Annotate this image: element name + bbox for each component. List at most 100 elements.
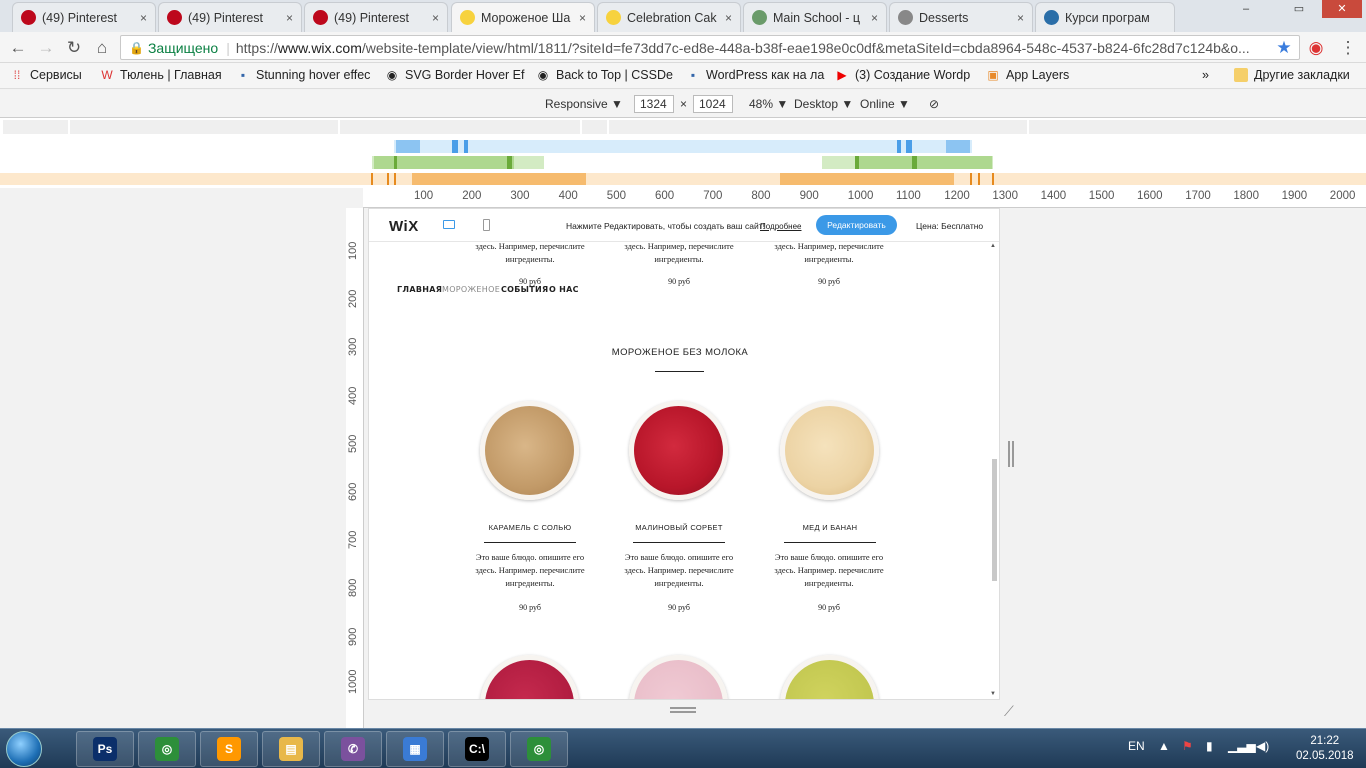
ruler-tick: 300	[510, 190, 530, 202]
other-bookmarks[interactable]: Другие закладки	[1234, 68, 1350, 82]
tab-close-icon[interactable]: ×	[579, 11, 586, 25]
viewport-height-input[interactable]: 1024	[693, 95, 733, 113]
tray-battery-icon[interactable]: ▮	[1206, 739, 1213, 753]
bookmark-1[interactable]: ⁞⁞ Сервисы	[10, 68, 82, 82]
maximize-button[interactable]: ▭	[1284, 0, 1314, 18]
wix-more-link[interactable]: Подробнее	[760, 222, 802, 231]
product-image-caramel[interactable]	[480, 401, 579, 500]
nav-about[interactable]: О НАС	[549, 285, 579, 294]
extension-icon[interactable]: ◉	[1306, 38, 1326, 58]
device-mode-select[interactable]: Responsive ▼	[545, 97, 623, 111]
tab-close-icon[interactable]: ×	[140, 11, 147, 25]
tab-title: (49) Pinterest	[188, 10, 264, 25]
ruler-tick: 600	[655, 190, 675, 202]
bookmark-star-icon[interactable]: ★	[1274, 38, 1294, 58]
start-button[interactable]	[6, 731, 42, 767]
photoshop-icon[interactable]: Ps	[76, 731, 134, 767]
nav-events[interactable]: СОБЫТИЯ	[501, 285, 548, 294]
bookmark-7[interactable]: ▶ (3) Создание Wordp	[835, 68, 970, 82]
tab-4[interactable]: Мороженое Ша ×	[451, 2, 595, 32]
tab-close-icon[interactable]: ×	[432, 11, 439, 25]
tray-signal-icon[interactable]: ▁▃▅	[1228, 739, 1256, 753]
mq-row-gray[interactable]	[0, 120, 1366, 134]
chrome-icon[interactable]: ◎	[138, 731, 196, 767]
back-button[interactable]: ←	[8, 38, 28, 58]
product-image-next-1[interactable]	[480, 655, 579, 699]
bookmark-8[interactable]: ▣ App Layers	[986, 68, 1069, 82]
mq-row-orange[interactable]	[0, 173, 1366, 185]
bookmark-6[interactable]: ▪ WordPress как на ла	[686, 68, 824, 82]
viber-icon[interactable]: ✆	[324, 731, 382, 767]
viewport-width-input[interactable]: 1324	[634, 95, 674, 113]
bookmark-4[interactable]: ◉ SVG Border Hover Ef	[385, 68, 525, 82]
tab-6[interactable]: Main School - ц ×	[743, 2, 887, 32]
reload-button[interactable]: ↻	[64, 38, 84, 58]
cmd-icon-glyph: C:\	[465, 737, 489, 761]
bookmark-3[interactable]: ▪ Stunning hover effec	[236, 68, 371, 82]
rotate-icon[interactable]: ⊘	[929, 97, 939, 111]
product-image-next-3[interactable]	[780, 655, 879, 699]
wix-icon	[606, 10, 621, 25]
cmd-icon[interactable]: C:\	[448, 731, 506, 767]
wix-edit-button[interactable]: Редактировать	[816, 215, 897, 235]
viewport-bottom-resize-handle[interactable]	[670, 707, 696, 713]
tab-1[interactable]: (49) Pinterest ×	[12, 2, 156, 32]
viewport-right-resize-handle[interactable]	[1008, 441, 1014, 467]
tray-flag-icon[interactable]: ⚑	[1182, 739, 1193, 753]
nav-home[interactable]: ГЛАВНАЯ	[397, 285, 442, 294]
bookmark-2[interactable]: W Тюлень | Главная	[100, 68, 221, 82]
mq-row-green[interactable]	[0, 156, 1366, 169]
scroll-up-icon[interactable]: ▲	[990, 243, 996, 249]
address-bar[interactable]: 🔒 Защищено | https://www.wix.com/website…	[120, 35, 1300, 60]
tab-8[interactable]: Курси програм	[1035, 2, 1175, 32]
vruler-tick: 1000	[347, 669, 359, 694]
tab-close-icon[interactable]: ×	[871, 11, 878, 25]
product-desc-2: Это ваше блюдо. опишите его здесь. Напри…	[624, 552, 734, 588]
viewport-scroll-thumb[interactable]	[992, 459, 997, 581]
minimize-button[interactable]: ‒	[1231, 0, 1261, 18]
bookmark-5[interactable]: ◉ Back to Top | CSSDe	[536, 68, 673, 82]
device-viewport[interactable]: WiX Нажмите Редактировать, чтобы создать…	[368, 208, 1000, 700]
device-type-select[interactable]: Desktop ▼	[794, 97, 853, 111]
home-button[interactable]: ⌂	[92, 38, 112, 58]
network-select[interactable]: Online ▼	[860, 97, 910, 111]
mobile-view-icon[interactable]	[483, 219, 490, 231]
close-window-button[interactable]: ✕	[1322, 0, 1362, 18]
language-indicator[interactable]: EN	[1128, 739, 1145, 753]
viewport-scrollbar[interactable]	[992, 249, 997, 694]
mq-row-blue[interactable]	[0, 140, 1366, 153]
zoom-select[interactable]: 48% ▼	[749, 97, 788, 111]
product-image-next-2[interactable]	[629, 655, 728, 699]
tab-2[interactable]: (49) Pinterest ×	[158, 2, 302, 32]
ruler-tick: 1300	[992, 190, 1018, 202]
tab-close-icon[interactable]: ×	[286, 11, 293, 25]
product-image-honey-banana[interactable]	[780, 401, 879, 500]
ruler-tick: 1700	[1185, 190, 1211, 202]
nav-icecream[interactable]: МОРОЖЕНОЕ	[442, 285, 500, 294]
tab-7[interactable]: Desserts ×	[889, 2, 1033, 32]
viewport-corner-resize-icon[interactable]: ⟋	[1004, 703, 1014, 720]
wix-logo[interactable]: WiX	[389, 218, 419, 235]
tab-3[interactable]: (49) Pinterest ×	[304, 2, 448, 32]
sublime-icon[interactable]: S	[200, 731, 258, 767]
product-image-raspberry[interactable]	[629, 401, 728, 500]
bookmarks-more[interactable]: »	[1202, 68, 1209, 82]
ruler-tick: 700	[703, 190, 723, 202]
tab-strip: (49) Pinterest × (49) Pinterest × (49) Pinte…	[0, 0, 1366, 32]
tab-5[interactable]: Celebration Cak ×	[597, 2, 741, 32]
explorer-icon[interactable]: ▤	[262, 731, 320, 767]
forward-button[interactable]: →	[36, 38, 56, 58]
control-panel-icon[interactable]: ▦	[386, 731, 444, 767]
scroll-down-icon[interactable]: ▼	[990, 691, 996, 697]
other-bookmarks-label: Другие закладки	[1254, 68, 1350, 82]
tab-close-icon[interactable]: ×	[1017, 11, 1024, 25]
pinterest-icon	[167, 10, 182, 25]
desktop-view-icon[interactable]	[443, 220, 455, 229]
chrome-icon[interactable]: ◎	[510, 731, 568, 767]
tray-volume-icon[interactable]: ◀)	[1256, 739, 1269, 753]
vruler-tick: 500	[347, 434, 359, 453]
tab-close-icon[interactable]: ×	[725, 11, 732, 25]
tray-expand-icon[interactable]: ▲	[1158, 739, 1170, 753]
menu-icon[interactable]: ⋮	[1338, 38, 1358, 58]
clock[interactable]: 21:22 02.05.2018	[1296, 734, 1354, 764]
